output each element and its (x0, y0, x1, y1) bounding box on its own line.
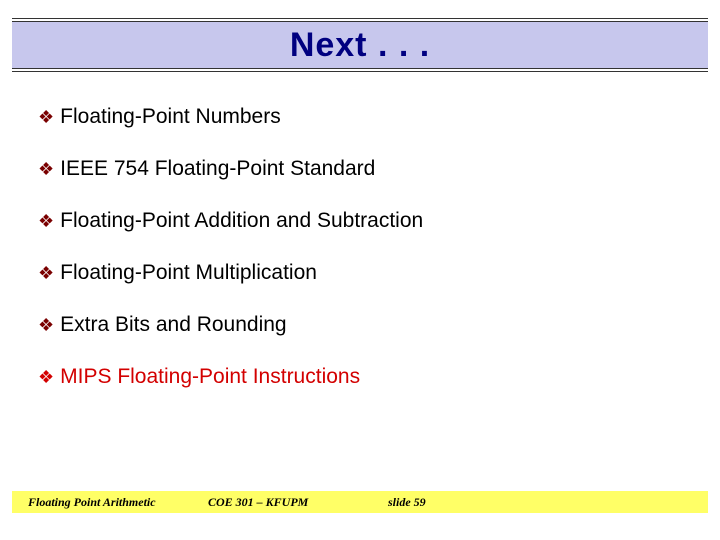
list-item: ❖ Floating-Point Multiplication (38, 261, 690, 285)
footer-bar: Floating Point Arithmetic COE 301 – KFUP… (12, 491, 708, 513)
diamond-bullet-icon: ❖ (38, 264, 54, 282)
list-item: ❖ MIPS Floating-Point Instructions (38, 365, 690, 389)
diamond-bullet-icon: ❖ (38, 212, 54, 230)
diamond-bullet-icon: ❖ (38, 160, 54, 178)
footer-course: COE 301 – KFUPM (208, 495, 388, 510)
bullet-label: Floating-Point Numbers (60, 105, 281, 129)
bullet-label: Floating-Point Addition and Subtraction (60, 209, 423, 233)
slide-title: Next . . . (290, 26, 430, 65)
list-item: ❖ Extra Bits and Rounding (38, 313, 690, 337)
bullet-label: Extra Bits and Rounding (60, 313, 286, 337)
footer-slide-number: slide 59 (388, 495, 426, 510)
bullet-list: ❖ Floating-Point Numbers ❖ IEEE 754 Floa… (38, 105, 690, 417)
diamond-bullet-icon: ❖ (38, 368, 54, 386)
footer-topic: Floating Point Arithmetic (28, 495, 208, 510)
list-item: ❖ Floating-Point Numbers (38, 105, 690, 129)
title-bar: Next . . . (12, 18, 708, 72)
bullet-label: MIPS Floating-Point Instructions (60, 365, 360, 389)
diamond-bullet-icon: ❖ (38, 316, 54, 334)
list-item: ❖ IEEE 754 Floating-Point Standard (38, 157, 690, 181)
bullet-label: IEEE 754 Floating-Point Standard (60, 157, 375, 181)
list-item: ❖ Floating-Point Addition and Subtractio… (38, 209, 690, 233)
diamond-bullet-icon: ❖ (38, 108, 54, 126)
bullet-label: Floating-Point Multiplication (60, 261, 317, 285)
